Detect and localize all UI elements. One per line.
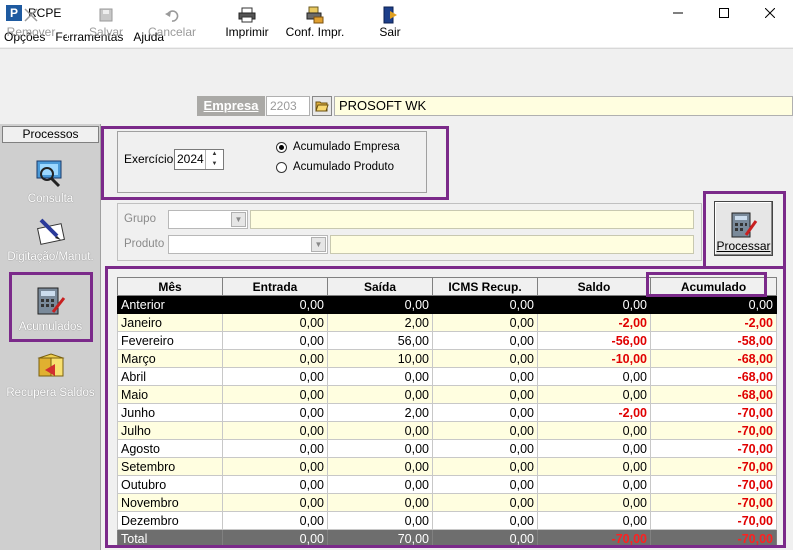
cancelar-label: Cancelar [147, 25, 197, 39]
close-button[interactable] [747, 0, 793, 26]
imprimir-button[interactable]: Imprimir [220, 3, 274, 43]
grupo-description-field [250, 210, 694, 229]
save-disk-icon [96, 5, 116, 25]
recupera-saldos-icon [34, 350, 68, 384]
sidebar-item-digitacao[interactable]: Digitação/Manut. [0, 214, 101, 263]
dropdown-arrow-icon[interactable]: ▼ [231, 212, 246, 227]
toolbar-separator [357, 6, 358, 40]
sidebar-item-label: Digitação/Manut. [7, 251, 94, 263]
exercicio-highlight-box [101, 126, 449, 200]
minimize-icon [673, 12, 683, 14]
conf-impr-button[interactable]: Conf. Impr. [281, 3, 349, 43]
salvar-label: Salvar [88, 25, 123, 39]
undo-icon [162, 5, 182, 25]
consulta-icon [34, 156, 68, 190]
produto-label: Produto [124, 238, 165, 250]
empresa-browse-button[interactable] [312, 96, 332, 116]
remover-button[interactable]: Remover [2, 3, 60, 43]
sidebar-item-recupera-saldos[interactable]: Recupera Saldos [0, 350, 101, 399]
salvar-button[interactable]: Salvar [80, 3, 132, 43]
exit-door-icon [380, 5, 400, 25]
sidebar-title: Processos [2, 126, 99, 143]
toolbar-separator [67, 6, 68, 40]
cancelar-button[interactable]: Cancelar [143, 3, 201, 43]
imprimir-label: Imprimir [225, 25, 269, 39]
printer-icon [237, 5, 257, 25]
toolbar-separator [209, 6, 210, 40]
close-icon [765, 8, 775, 18]
produto-combo[interactable]: ▼ [168, 235, 328, 254]
sidebar-item-label: Recupera Saldos [6, 387, 95, 399]
folder-open-icon [315, 101, 329, 112]
produto-description-field [330, 235, 694, 254]
maximize-button[interactable] [701, 0, 747, 26]
maximize-icon [719, 8, 729, 18]
printer-config-icon [305, 5, 325, 25]
toolbar [0, 48, 793, 94]
grid-highlight-box [105, 266, 786, 548]
sidebar-item-label: Consulta [27, 193, 74, 205]
grupo-label: Grupo [124, 213, 156, 225]
sidebar-item-consulta[interactable]: Consulta [0, 156, 101, 205]
selection-highlight-box [9, 272, 93, 342]
remove-x-icon [21, 5, 41, 25]
empresa-name-field: PROSOFT WK [334, 96, 793, 116]
remover-label: Remover [6, 25, 56, 39]
dropdown-arrow-icon[interactable]: ▼ [311, 237, 326, 252]
digitacao-icon [34, 214, 68, 248]
conf-impr-label: Conf. Impr. [285, 25, 345, 39]
sair-button[interactable]: Sair [372, 3, 408, 43]
sair-label: Sair [379, 25, 401, 39]
minimize-button[interactable] [655, 0, 701, 26]
grupo-combo[interactable]: ▼ [168, 210, 248, 229]
empresa-label: Empresa [197, 96, 265, 116]
empresa-code-field[interactable]: 2203 [266, 96, 310, 116]
processar-highlight-box [703, 191, 786, 269]
